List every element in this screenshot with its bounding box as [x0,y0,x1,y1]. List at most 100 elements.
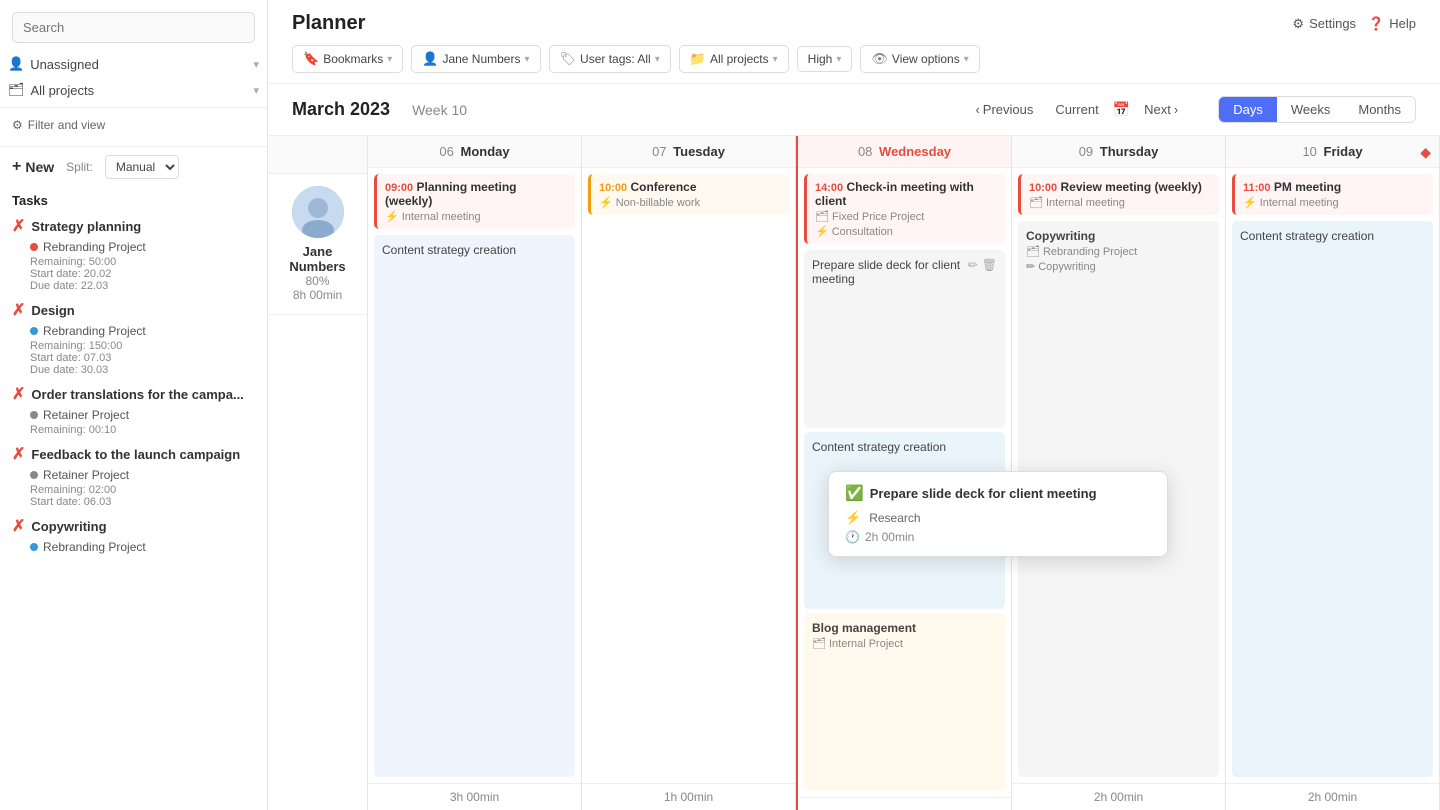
day-footer-wednesday [798,797,1011,810]
gear-icon: ⚙ [1292,16,1304,32]
friday-task-content-strategy[interactable]: Content strategy creation [1232,221,1433,777]
friday-event-0[interactable]: 11:00 PM meeting ⚡ Internal meeting [1232,174,1433,215]
event-title-conference: Conference [630,180,696,194]
task-meta-strategy-due: Due date: 22.03 [12,280,255,292]
user-tags-button[interactable]: 🏷 User tags: All ▾ [549,45,671,73]
split-label: Split: [66,160,93,174]
wednesday-task-blog[interactable]: Blog management 🗂 Internal Project [804,613,1005,791]
task-project-translations: Retainer Project [30,408,255,422]
day-num-thursday: 09 [1079,144,1093,159]
task-item-design-project: Rebranding Project [12,322,255,340]
task-project-strategy: Rebranding Project [30,240,255,254]
monday-task-content-strategy[interactable]: Content strategy creation [374,235,575,777]
bookmarks-button[interactable]: 🔖 Bookmarks ▾ [292,45,403,73]
diamond-icon: ◆ [1420,144,1431,161]
check-icon-design: ✗ [12,300,25,320]
toolbar-row: 🔖 Bookmarks ▾ 👤 Jane Numbers ▾ 🏷 User ta… [292,35,1416,83]
header-actions: ⚙ Settings ❓ Help [1292,16,1416,32]
weeks-view-button[interactable]: Weeks [1277,97,1345,122]
event-sub-review: 🗂 Internal meeting [1029,196,1211,209]
task-group-title-copywriting[interactable]: ✗ Copywriting [12,516,255,536]
day-body-monday: 09:00 Planning meeting (weekly) ⚡ Intern… [368,168,581,783]
months-view-button[interactable]: Months [1344,97,1415,122]
task-edit-icons: ✏ 🗑 [968,258,997,272]
tuesday-event-0[interactable]: 10:00 Conference ⚡ Non-billable work [588,174,789,215]
wednesday-task-slide-deck[interactable]: Prepare slide deck for client meeting ✏ … [804,250,1005,428]
event-title-pm: PM meeting [1274,180,1341,194]
day-name-tuesday: Tuesday [673,144,725,159]
thursday-event-0[interactable]: 10:00 Review meeting (weekly) 🗂 Internal… [1018,174,1219,215]
high-priority-button[interactable]: High ▾ [797,46,853,72]
filter-icon: ⚙ [12,118,23,132]
avatar-section: Jane Numbers 80% 8h 00min [268,174,367,315]
user-icon: 👤 [422,51,438,67]
all-projects-filter[interactable]: 🗂 All projects ▾ [0,77,267,103]
task-meta-translations-remaining: Remaining: 00:10 [12,424,255,436]
user-filter-button[interactable]: 👤 Jane Numbers ▾ [411,45,540,73]
split-select[interactable]: Manual [105,155,179,179]
calendar-area: March 2023 Week 10 ‹ Previous Current 📅 … [268,84,1440,810]
previous-button[interactable]: ‹ Previous [967,98,1041,121]
day-footer-tuesday: 1h 00min [582,783,795,810]
popup-title: ✅ Prepare slide deck for client meeting [845,484,1151,502]
task-item-translations-project: Retainer Project [12,406,255,424]
chevron-down-icon-projects: ▾ [773,54,778,65]
avatar-column: Jane Numbers 80% 8h 00min [268,136,368,810]
chevron-down-icon-user: ▾ [524,54,529,65]
task-group-title-design[interactable]: ✗ Design [12,300,255,320]
help-icon: ❓ [1368,16,1384,32]
day-body-tuesday: 10:00 Conference ⚡ Non-billable work [582,168,795,783]
day-name-thursday: Thursday [1100,144,1159,159]
copywriting-task-sub: ✏ Copywriting [1026,260,1211,273]
task-group-title-translations[interactable]: ✗ Order translations for the campa... [12,384,255,404]
days-view-button[interactable]: Days [1219,97,1277,122]
current-button[interactable]: Current [1047,98,1106,121]
folder-icon-toolbar: 📁 [690,51,706,67]
filter-view-button[interactable]: ⚙ Filter and view [0,112,267,138]
view-toggle: Days Weeks Months [1218,96,1416,123]
task-group-copywriting: ✗ Copywriting Rebranding Project [0,512,267,560]
copywriting-task-project: 🗂 Rebranding Project [1026,245,1211,258]
day-body-friday: 11:00 PM meeting ⚡ Internal meeting Cont… [1226,168,1439,783]
delete-icon[interactable]: 🗑 [982,258,997,272]
task-meta-feedback-remaining: Remaining: 02:00 [12,484,255,496]
edit-icon[interactable]: ✏ [968,258,978,272]
task-item-feedback-project: Retainer Project [12,466,255,484]
search-input[interactable] [12,12,255,43]
project-dot-strategy [30,243,38,251]
day-name-friday: Friday [1324,144,1363,159]
new-button[interactable]: New [12,158,54,176]
chevron-left-icon: ‹ [975,102,979,117]
wednesday-event-0[interactable]: 14:00 Check-in meeting with client 🗂 Fix… [804,174,1005,244]
title-row: Planner ⚙ Settings ❓ Help [292,0,1416,35]
chevron-down-icon-projects: ▾ [253,84,259,97]
all-projects-button[interactable]: 📁 All projects ▾ [679,45,789,73]
chevron-down-icon-tags: ▾ [655,54,660,65]
task-group-title-strategy[interactable]: ✗ Strategy planning [12,216,255,236]
task-item-strategy-project: Rebranding Project [12,238,255,256]
day-name-monday: Monday [460,144,509,159]
event-sub-checkin-1: 🗂 Fixed Price Project [815,210,997,223]
chevron-down-icon-high: ▾ [836,54,841,65]
day-header-monday: 06 Monday [368,136,581,168]
popup-task-type: ⚡ Research [845,510,1151,526]
monday-event-0[interactable]: 09:00 Planning meeting (weekly) ⚡ Intern… [374,174,575,229]
help-button[interactable]: ❓ Help [1368,16,1416,32]
unassigned-filter[interactable]: 👤 Unassigned ▾ [0,51,267,77]
person-icon: 👤 [8,56,24,72]
folder-icon-review: 🗂 [1029,196,1043,209]
view-options-button[interactable]: 👁 View options ▾ [860,45,979,73]
folder-icon-blog: 🗂 [812,637,826,650]
project-dot-translations [30,411,38,419]
day-num-monday: 06 [439,144,453,159]
settings-button[interactable]: ⚙ Settings [1292,16,1356,32]
day-footer-thursday: 2h 00min [1012,783,1225,810]
next-button[interactable]: Next › [1136,98,1186,121]
chevron-down-icon-view: ▾ [964,54,969,65]
calendar-icon[interactable]: 📅 [1113,101,1130,118]
avatar [292,186,344,238]
task-group-title-feedback[interactable]: ✗ Feedback to the launch campaign [12,444,255,464]
task-project-design: Rebranding Project [30,324,255,338]
clock-icon-popup: 🕐 [845,530,860,544]
check-icon-feedback: ✗ [12,444,25,464]
